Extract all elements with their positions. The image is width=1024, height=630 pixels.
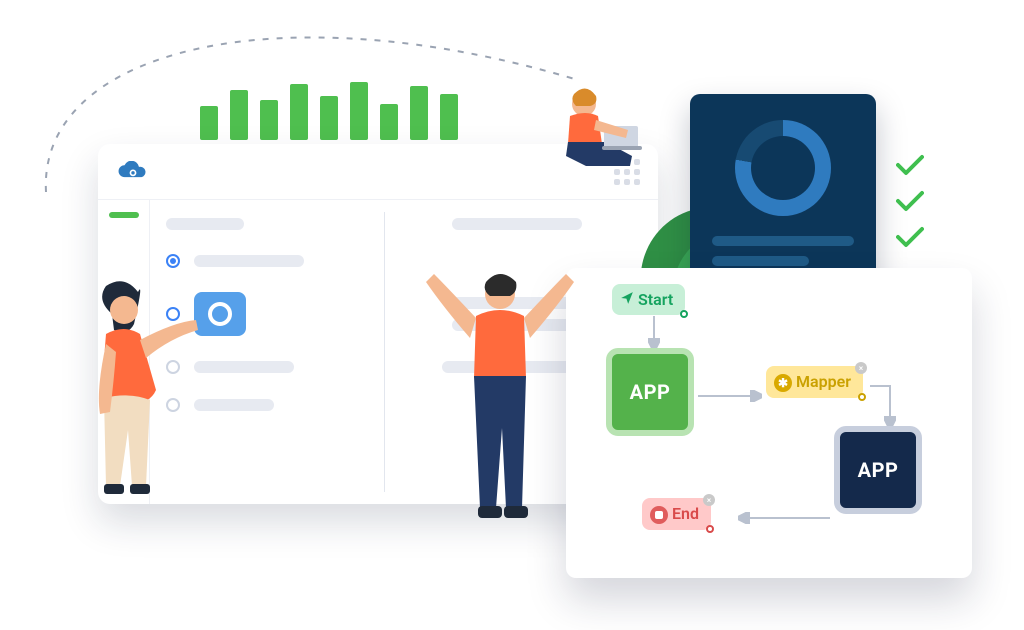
flow-arrow-icon — [866, 382, 896, 432]
flow-node-label: Mapper — [796, 372, 851, 391]
checkmark-list — [896, 154, 924, 248]
report-line-placeholder — [712, 256, 809, 266]
flow-node-end[interactable]: End × — [642, 498, 711, 530]
flow-node-app-navy[interactable]: APP — [834, 426, 922, 514]
flow-node-label: Start — [638, 290, 673, 309]
flow-node-label: APP — [630, 380, 671, 404]
close-icon[interactable]: × — [703, 494, 715, 506]
sparkline-bars — [200, 82, 458, 140]
stop-icon — [650, 506, 668, 524]
progress-ring-icon — [208, 302, 232, 326]
flow-node-mapper[interactable]: ✱ Mapper × — [766, 366, 863, 398]
checkmark-icon — [896, 226, 924, 248]
flow-node-start[interactable]: Start — [612, 284, 685, 315]
close-icon[interactable]: × — [855, 362, 867, 374]
donut-chart-icon — [735, 120, 831, 216]
timeline-step-done-icon — [166, 254, 180, 268]
flow-node-app-green[interactable]: APP — [606, 348, 694, 436]
cloud-logo-icon — [116, 161, 150, 183]
checkmark-icon — [896, 154, 924, 176]
workflow-panel: Start APP ✱ Mapper × APP End × — [566, 268, 972, 578]
illustration-man — [426, 268, 576, 588]
illustration-sitting-person — [536, 86, 666, 206]
asterisk-icon: ✱ — [774, 374, 792, 392]
illustration-woman — [84, 280, 204, 580]
flow-arrow-icon — [696, 386, 766, 406]
flow-node-label: End — [672, 504, 699, 523]
paper-plane-icon — [620, 291, 634, 305]
flow-node-label: APP — [858, 458, 899, 482]
active-indicator — [109, 212, 139, 218]
checkmark-icon — [896, 190, 924, 212]
flow-arrow-icon — [734, 508, 834, 528]
report-line-placeholder — [712, 236, 854, 246]
